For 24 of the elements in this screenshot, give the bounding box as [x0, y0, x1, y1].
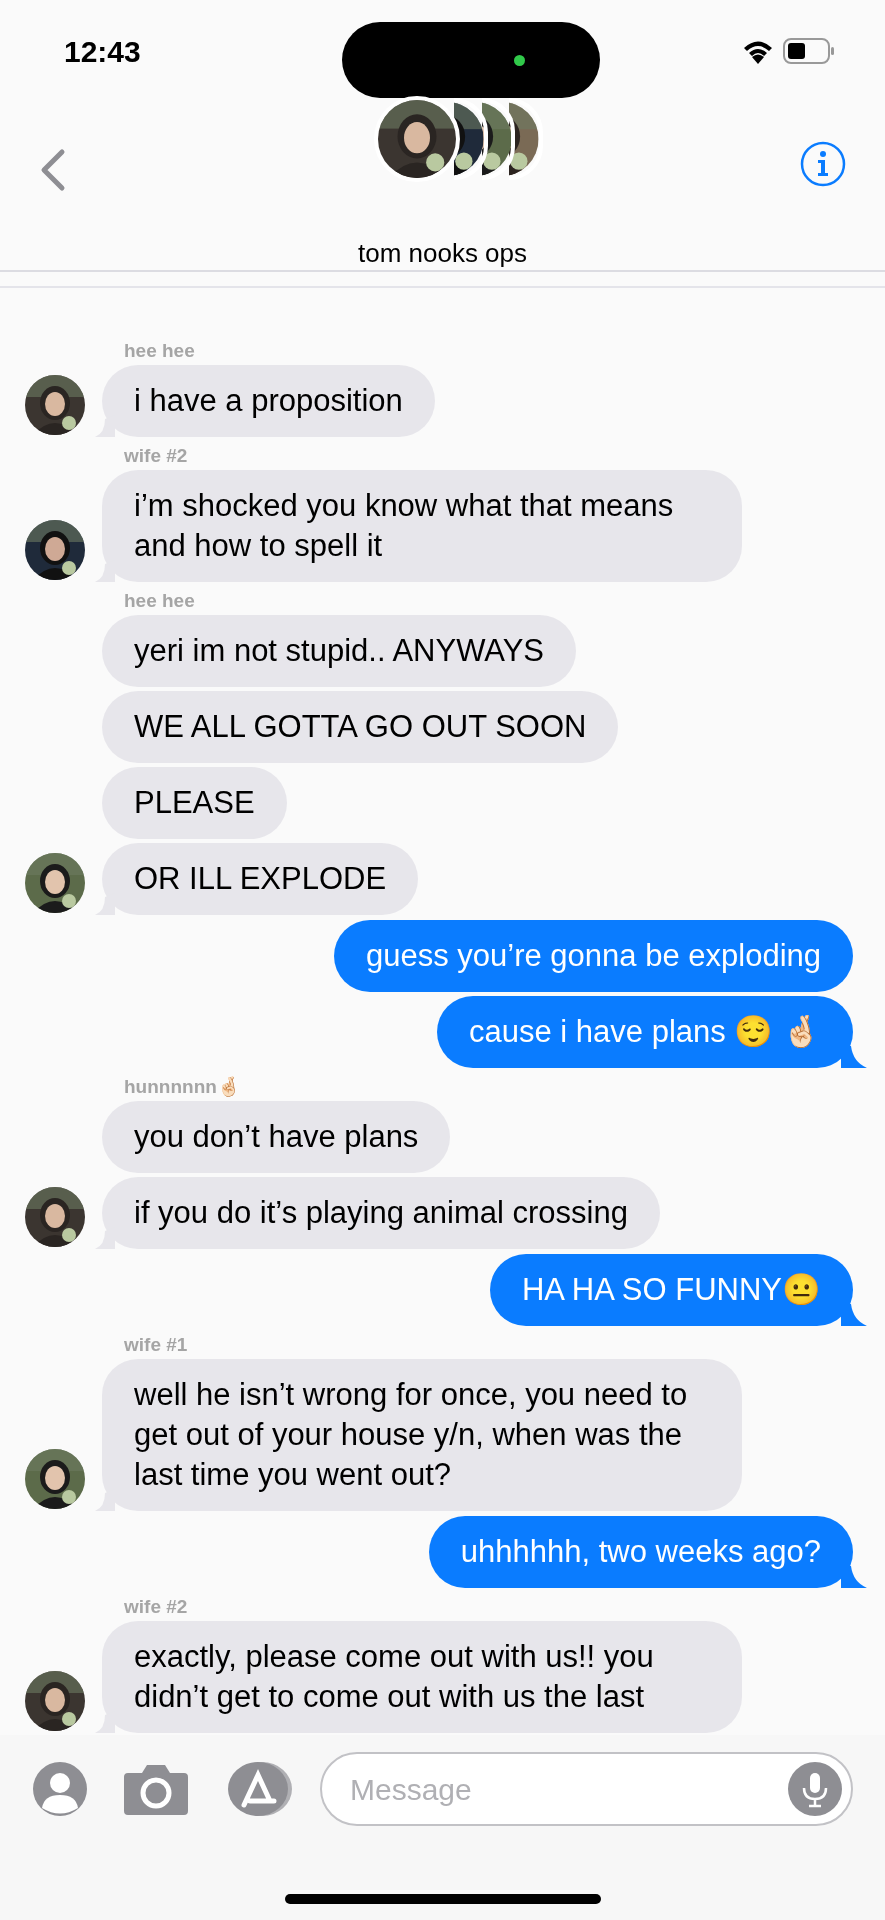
- sender-name: hunnnnnn🤞🏻: [124, 1077, 242, 1097]
- info-icon: [799, 140, 847, 188]
- group-name: tom nooks ops: [357, 238, 528, 268]
- info-button[interactable]: [799, 140, 847, 188]
- received-bubble: yeri im not stupid.. ANYWAYS: [102, 615, 577, 687]
- message-input[interactable]: Message: [350, 1766, 787, 1812]
- battery-icon: [783, 38, 835, 64]
- received-bubble: you don’t have plans: [102, 1101, 451, 1173]
- person-icon: [32, 1761, 88, 1817]
- sender-name: wife #1: [124, 1335, 189, 1355]
- received-bubble: PLEASE: [102, 767, 287, 839]
- microphone-icon[interactable]: [787, 1761, 843, 1817]
- bubble-tail: [841, 1566, 867, 1588]
- sender-name: hee hee: [124, 341, 196, 361]
- message-field[interactable]: Message: [320, 1752, 853, 1826]
- status-time: 12:43: [64, 34, 141, 70]
- contact-button[interactable]: [32, 1761, 88, 1817]
- sender-name: wife #2: [124, 446, 189, 466]
- bubble-tail: [841, 1304, 867, 1326]
- sent-bubble: guess you’re gonna be exploding: [334, 920, 853, 992]
- sender-name: wife #2: [124, 1597, 189, 1617]
- bubble-tail: [841, 1046, 867, 1068]
- received-bubble: WE ALL GOTTA GO OUT SOON: [102, 691, 619, 763]
- sender-name: hee hee: [124, 591, 196, 611]
